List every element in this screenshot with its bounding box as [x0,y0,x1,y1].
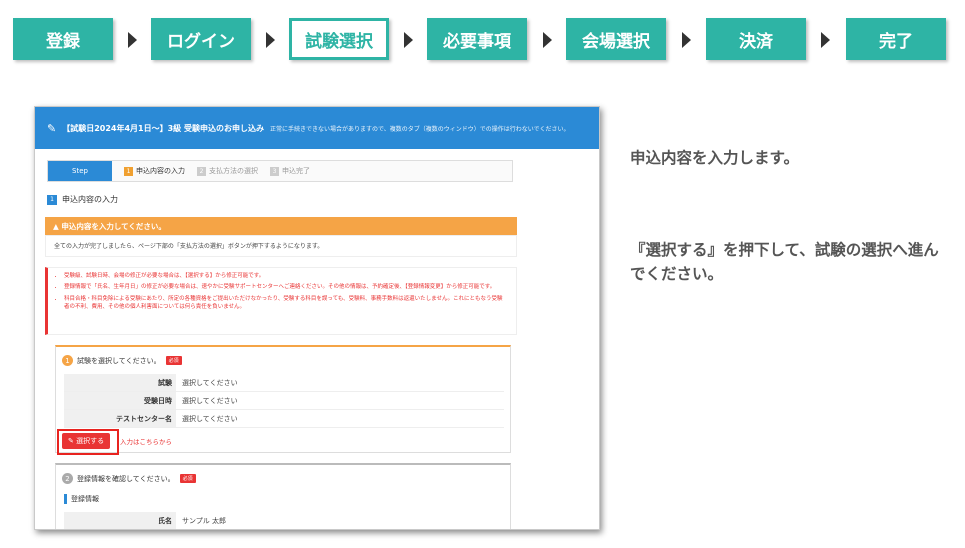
progress-item-payment: 2 支払方法の選択 [197,166,258,176]
step-required-info: 必要事項 [427,18,527,60]
required-badge: 必須 [165,356,182,365]
application-title: 【試験日2024年4月1日〜】3級 受験申込のお申し込み [62,123,264,133]
pencil-icon: ✎ [47,121,57,135]
arrow-right-icon [682,32,691,48]
section-title: 1 申込内容の入力 [47,194,118,205]
application-header: ✎ 【試験日2024年4月1日〜】3級 受験申込のお申し込み 正常に手続きできな… [35,107,599,149]
step-venue-select: 会場選択 [566,18,666,60]
arrow-right-icon [821,32,830,48]
notice-item: 科目合格・科目免除による受験にあたり、所定の各種資格をご提出いただけなかったり、… [64,295,508,312]
card-header: 1 試験を選択してください。 必須 [56,347,510,374]
select-button-highlight [57,429,119,455]
instruction-text-1: 申込内容を入力します。 [630,149,799,167]
table-row: テストセンター名 選択してください [64,410,504,428]
arrow-right-icon [404,32,413,48]
step-payment: 決済 [706,18,806,60]
arrow-right-icon [543,32,552,48]
step-complete: 完了 [846,18,946,60]
step-bar: 登録 ログイン 試験選択 必要事項 会場選択 決済 完了 [13,18,953,62]
card-header: 2 登録情報を確認してください。 必須 [56,465,510,492]
progress-step-label: Step [48,161,112,181]
progress-item-complete: 3 申込完了 [270,166,310,176]
arrow-right-icon [266,32,275,48]
application-progress: Step 1 申込内容の入力 2 支払方法の選択 3 申込完了 [47,160,513,182]
notice-item: 登録情報で「氏名、生年月日」の修正が必要な場合は、速やかに受験サポートセンターへ… [64,283,508,291]
input-here-link[interactable]: 入力はこちらから [120,436,172,446]
table-row: 受験日時 選択してください [64,392,504,410]
step-register: 登録 [13,18,113,60]
table-row: 氏名 サンプル 太郎 [64,512,504,529]
info-subtitle: 登録情報 [64,494,510,504]
table-row: 試験 選択してください [64,374,504,392]
progress-item-input: 1 申込内容の入力 [124,166,185,176]
notice-box: 受験級、試験日時、会場の修正が必要な場合は、【選択する】から修正可能です。 登録… [45,267,517,335]
application-screenshot: ✎ 【試験日2024年4月1日〜】3級 受験申込のお申し込み 正常に手続きできな… [34,106,600,530]
warning-banner: ▲ 申込内容を入力してください。 [45,217,517,235]
notice-item: 受験級、試験日時、会場の修正が必要な場合は、【選択する】から修正可能です。 [64,272,508,280]
arrow-right-icon [128,32,137,48]
application-header-note: 正常に手続きできない場合がありますので、複数のタブ（複数のウィンドウ）での操作は… [269,125,570,133]
step-login: ログイン [151,18,251,60]
instruction-text-2: 『選択する』を押下して、試験の選択へ進んでください。 [630,241,939,283]
warning-body: 全ての入力が完了しましたら、ページ下部の「支払方法の選択」ボタンが押下するように… [45,235,517,257]
registration-info-card: 2 登録情報を確認してください。 必須 登録情報 氏名 サンプル 太郎 [55,463,511,529]
step-exam-select: 試験選択 [289,18,389,60]
required-badge: 必須 [179,474,196,483]
exam-select-card: 1 試験を選択してください。 必須 試験 選択してください 受験日時 選択してく… [55,345,511,453]
